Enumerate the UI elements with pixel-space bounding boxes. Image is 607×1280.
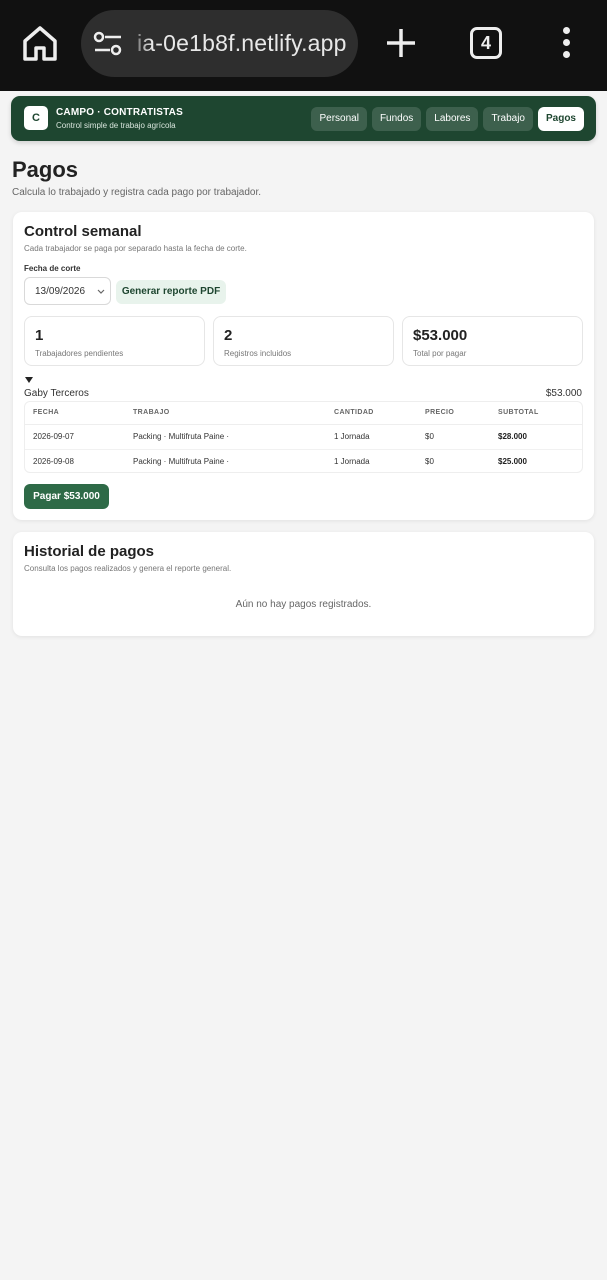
brand-subtitle: Control simple de trabajo agrícola — [56, 121, 176, 130]
cutoff-date-value: 13/09/2026 — [35, 286, 86, 297]
stat-label: Total por pagar — [413, 349, 467, 358]
history-title: Historial de pagos — [24, 543, 155, 560]
history-empty-message: Aún no hay pagos registrados. — [235, 599, 372, 610]
cell-trabajo: Packing · Multifruta Paine · — [125, 424, 326, 450]
stat-label: Registros incluidos — [224, 349, 292, 358]
cell-trabajo: Packing · Multifruta Paine · — [133, 457, 230, 467]
pay-button[interactable]: Pagar $53.000 — [24, 484, 109, 509]
address-bar[interactable]: ia-0e1b8f.netlify.app — [81, 10, 358, 77]
generate-pdf-button[interactable]: Generar reporte PDF — [116, 280, 226, 304]
new-tab-icon[interactable] — [384, 26, 418, 60]
payment-history-card: Historial de pagos Consulta los pagos re… — [13, 532, 594, 636]
stat-label: Trabajadores pendientes — [35, 349, 124, 358]
nav-labores[interactable]: Labores — [426, 107, 479, 131]
cell-cantidad: 1 Jornada — [326, 424, 417, 450]
cell-fecha: 2026-09-07 — [25, 424, 125, 450]
col-subtotal: SUBTOTAL — [490, 402, 582, 425]
cell-subtotal: $28.000 — [490, 424, 582, 450]
page-title: Pagos — [12, 157, 79, 182]
brand-title: CAMPO · CONTRATISTAS — [56, 107, 183, 118]
table-row: 2026-09-07 Packing · Multifruta Paine · … — [25, 424, 582, 450]
cell-subtotal: $25.000 — [498, 457, 527, 467]
col-fecha: FECHA — [25, 402, 125, 425]
site-settings-icon[interactable] — [93, 31, 123, 57]
url-text[interactable]: ia-0e1b8f.netlify.app — [137, 30, 347, 57]
table-row: 2026-09-08 Packing · Multifruta Paine · … — [25, 449, 582, 472]
browser-toolbar: ia-0e1b8f.netlify.app 4 — [0, 0, 607, 91]
url-fade — [127, 10, 151, 77]
cell-fecha: 2026-09-08 — [33, 457, 74, 467]
stat-included-records: 2 Registros incluidos — [213, 316, 394, 366]
chevron-down-icon — [97, 289, 105, 294]
stat-value: 2 — [224, 327, 233, 344]
weekly-control-card: Control semanal Cada trabajador se paga … — [13, 212, 594, 520]
table-header-row: FECHA TRABAJO CANTIDAD PRECIO SUBTOTAL — [25, 402, 582, 425]
nav-personal[interactable]: Personal — [311, 107, 367, 131]
app-header: C CAMPO · CONTRATISTAS Control simple de… — [11, 96, 596, 141]
overflow-menu-icon[interactable] — [555, 27, 577, 61]
stat-total-to-pay: $53.000 Total por pagar — [402, 316, 583, 366]
collapse-triangle-icon[interactable] — [24, 375, 34, 385]
home-icon[interactable] — [22, 24, 58, 62]
col-precio: PRECIO — [417, 402, 490, 425]
stat-value: $53.000 — [413, 327, 468, 344]
cell-cantidad: 1 Jornada — [334, 457, 370, 467]
nav-fundos[interactable]: Fundos — [371, 107, 422, 131]
weekly-subtitle: Cada trabajador se paga por separado has… — [24, 244, 247, 253]
worker-total: $53.000 — [545, 388, 582, 399]
worker-records-table: FECHA TRABAJO CANTIDAD PRECIO SUBTOTAL 2… — [24, 401, 583, 473]
app-logo: C — [24, 106, 48, 130]
cell-precio: $0 — [425, 457, 434, 467]
nav-trabajo[interactable]: Trabajo — [483, 107, 533, 131]
col-trabajo: TRABAJO — [125, 402, 326, 425]
main-nav: Personal Fundos Labores Trabajo Pagos — [311, 107, 584, 131]
weekly-title: Control semanal — [24, 223, 142, 240]
page-subtitle: Calcula lo trabajado y registra cada pag… — [12, 187, 262, 198]
tab-switcher-button[interactable]: 4 — [470, 27, 502, 59]
cell-precio: $0 — [417, 424, 490, 450]
history-subtitle: Consulta los pagos realizados y genera e… — [24, 564, 232, 573]
stat-pending-workers: 1 Trabajadores pendientes — [24, 316, 205, 366]
stat-value: 1 — [35, 327, 44, 344]
nav-pagos[interactable]: Pagos — [537, 107, 584, 131]
cutoff-label: Fecha de corte — [24, 264, 81, 273]
cutoff-date-select[interactable]: 13/09/2026 — [24, 277, 111, 305]
col-cantidad: CANTIDAD — [326, 402, 417, 425]
worker-name[interactable]: Gaby Terceros — [24, 388, 89, 399]
